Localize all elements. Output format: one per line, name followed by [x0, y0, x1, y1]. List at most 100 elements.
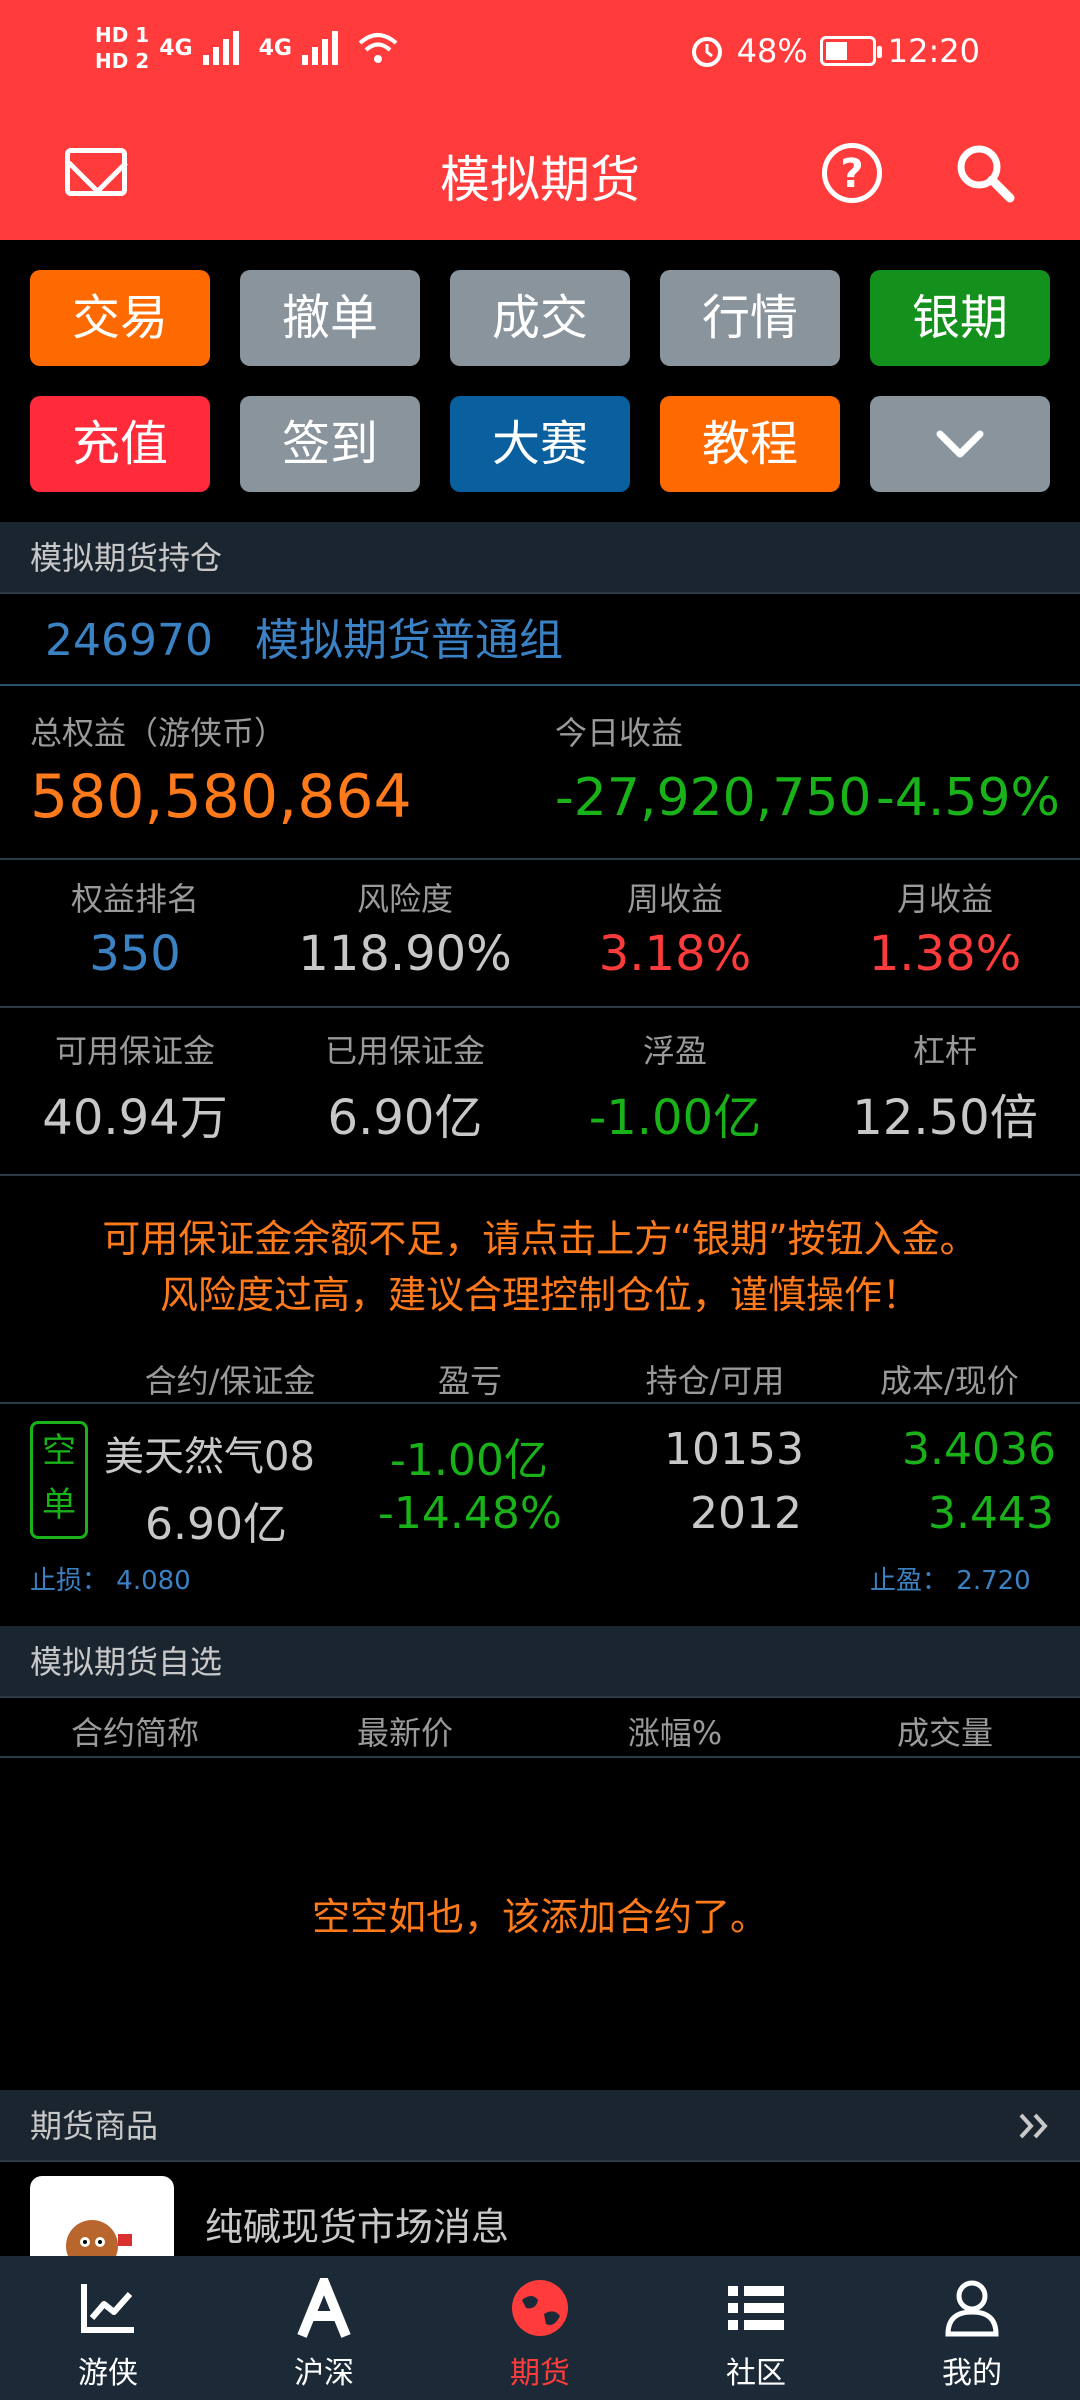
- stat-label-leverage: 杠杆: [912, 1032, 977, 1070]
- nav-youxia[interactable]: 游侠: [0, 2256, 216, 2400]
- stop-loss-value: 4.080: [116, 1566, 191, 1596]
- quotes-button[interactable]: 行情: [660, 270, 840, 366]
- total-equity-value: 580,580,864: [30, 762, 412, 832]
- signal-icon: [202, 31, 249, 65]
- contract-name: 美天然气08: [104, 1434, 315, 1480]
- alarm-icon: [691, 37, 722, 67]
- tutorial-button[interactable]: 教程: [660, 396, 840, 492]
- search-icon[interactable]: [952, 140, 1018, 206]
- divider: [0, 1174, 1080, 1176]
- expand-button[interactable]: [870, 396, 1050, 492]
- help-icon[interactable]: ?: [822, 143, 882, 203]
- nav-label-me: 我的: [942, 2356, 1002, 2391]
- stat-label-risk: 风险度: [356, 880, 453, 918]
- product-thumbnail: [30, 2176, 174, 2256]
- signal-icon-2: [301, 31, 348, 65]
- stat-value-available-margin: 40.94万: [42, 1090, 228, 1146]
- stat-value-leverage: 12.50倍: [852, 1090, 1038, 1146]
- trade-button[interactable]: 交易: [30, 270, 210, 366]
- products-section-title: 期货商品: [30, 2107, 159, 2145]
- stat-label-month: 月收益: [896, 880, 993, 918]
- col-header-cost: 成本/现价: [880, 1362, 1019, 1400]
- stat-label-available-margin: 可用保证金: [54, 1032, 215, 1070]
- cancel-order-button[interactable]: 撤单: [240, 270, 420, 366]
- nav-futures[interactable]: 期货: [432, 2256, 648, 2400]
- take-profit-value: 2.720: [956, 1566, 1031, 1596]
- today-pnl-label: 今日收益: [555, 714, 684, 752]
- mascot-icon: [66, 2220, 132, 2256]
- network-type: 4G: [159, 35, 193, 61]
- contract-margin: 6.90亿: [145, 1499, 287, 1550]
- stat-value-risk: 118.90%: [298, 926, 512, 982]
- products-section-header[interactable]: 期货商品: [0, 2090, 1080, 2162]
- margin-warning: 可用保证金余额不足，请点击上方“银期”按钮入金。: [102, 1217, 978, 1261]
- watch-col-price: 最新价: [356, 1714, 453, 1752]
- double-chevron-right-icon[interactable]: [1018, 2112, 1050, 2140]
- position-pnl: -1.00亿: [390, 1435, 548, 1486]
- clock: 12:20: [887, 32, 980, 70]
- list-icon: [728, 2286, 784, 2330]
- checkin-button[interactable]: 签到: [240, 396, 420, 492]
- stat-label-used-margin: 已用保证金: [324, 1032, 485, 1070]
- watchlist-section-header: 模拟期货自选: [0, 1626, 1080, 1698]
- short-tag: 空 单: [30, 1421, 88, 1539]
- col-header-pnl: 盈亏: [437, 1362, 502, 1400]
- quick-actions: 交易 撤单 成交 行情 银期 充值 签到 大赛 教程: [0, 240, 1080, 522]
- watch-col-volume: 成交量: [896, 1714, 993, 1752]
- account-id: 246970: [45, 615, 213, 666]
- status-bar: HD 1 HD 2 4G 4G 48% 12:20: [0, 0, 1080, 110]
- divider: [0, 1402, 1080, 1404]
- col-header-position: 持仓/可用: [645, 1362, 785, 1400]
- short-tag-char-1: 空: [42, 1431, 76, 1471]
- stat-value-floating: -1.00亿: [588, 1090, 762, 1146]
- user-icon: [945, 2280, 999, 2337]
- risk-warning: 风险度过高，建议合理控制仓位，谨慎操作！: [159, 1273, 920, 1317]
- account-group: 模拟期货普通组: [255, 615, 563, 666]
- position-quantity: 10153: [664, 1424, 804, 1475]
- nav-me[interactable]: 我的: [864, 2256, 1080, 2400]
- today-pnl-percent: -4.59%: [876, 768, 1060, 828]
- chart-icon: [81, 2284, 134, 2333]
- nav-label-community: 社区: [726, 2356, 786, 2391]
- battery-percent: 48%: [736, 32, 808, 70]
- divider: [0, 858, 1080, 860]
- network-type-2: 4G: [258, 35, 292, 61]
- divider: [0, 1756, 1080, 1758]
- position-pnl-percent: -14.48%: [378, 1488, 562, 1539]
- wifi-icon: [358, 33, 398, 63]
- col-header-contract: 合约/保证金: [144, 1362, 316, 1400]
- stat-value-used-margin: 6.90亿: [327, 1090, 483, 1146]
- contest-button[interactable]: 大赛: [450, 396, 630, 492]
- battery-icon: [819, 36, 882, 66]
- watch-col-change: 涨幅%: [627, 1714, 723, 1752]
- account-row[interactable]: 246970 模拟期货普通组: [0, 596, 1080, 686]
- stat-value-month: 1.38%: [868, 926, 1022, 982]
- top-bar: HD 1 HD 2 4G 4G 48% 12:20 模拟期货 ?: [0, 0, 1080, 240]
- page-title: 模拟期货: [440, 151, 640, 209]
- deposit-button[interactable]: 充值: [30, 396, 210, 492]
- stop-loss-label: 止损：: [30, 1566, 109, 1596]
- watchlist-empty-message: 空空如也，该添加合约了。: [311, 1895, 768, 1939]
- take-profit: 止盈： 2.720: [870, 1560, 1031, 1597]
- chevron-down-icon: [936, 430, 984, 458]
- fills-button[interactable]: 成交: [450, 270, 630, 366]
- positions-section-header: 模拟期货持仓: [0, 522, 1080, 594]
- nav-community[interactable]: 社区: [648, 2256, 864, 2400]
- today-pnl-value: -27,920,750: [555, 768, 872, 828]
- stat-label-floating: 浮盈: [642, 1032, 707, 1070]
- position-current-price: 3.443: [928, 1488, 1054, 1539]
- sim2-indicator: HD 2: [95, 49, 150, 73]
- position-available: 2012: [690, 1488, 802, 1539]
- bottom-nav: 游侠 沪深 期货 社区 我的: [0, 2256, 1080, 2400]
- stat-value-rank: 350: [89, 926, 181, 982]
- nav-label-futures: 期货: [510, 2356, 570, 2391]
- nav-label-youxia: 游侠: [78, 2356, 138, 2391]
- divider: [0, 1006, 1080, 1008]
- short-tag-char-2: 单: [42, 1485, 76, 1525]
- nav-hushen[interactable]: 沪深: [216, 2256, 432, 2400]
- take-profit-label: 止盈：: [870, 1566, 949, 1596]
- total-equity-label: 总权益（游侠币）: [30, 714, 287, 752]
- nav-label-hushen: 沪深: [294, 2356, 354, 2391]
- globe-icon: [512, 2280, 568, 2336]
- bank-futures-button[interactable]: 银期: [870, 270, 1050, 366]
